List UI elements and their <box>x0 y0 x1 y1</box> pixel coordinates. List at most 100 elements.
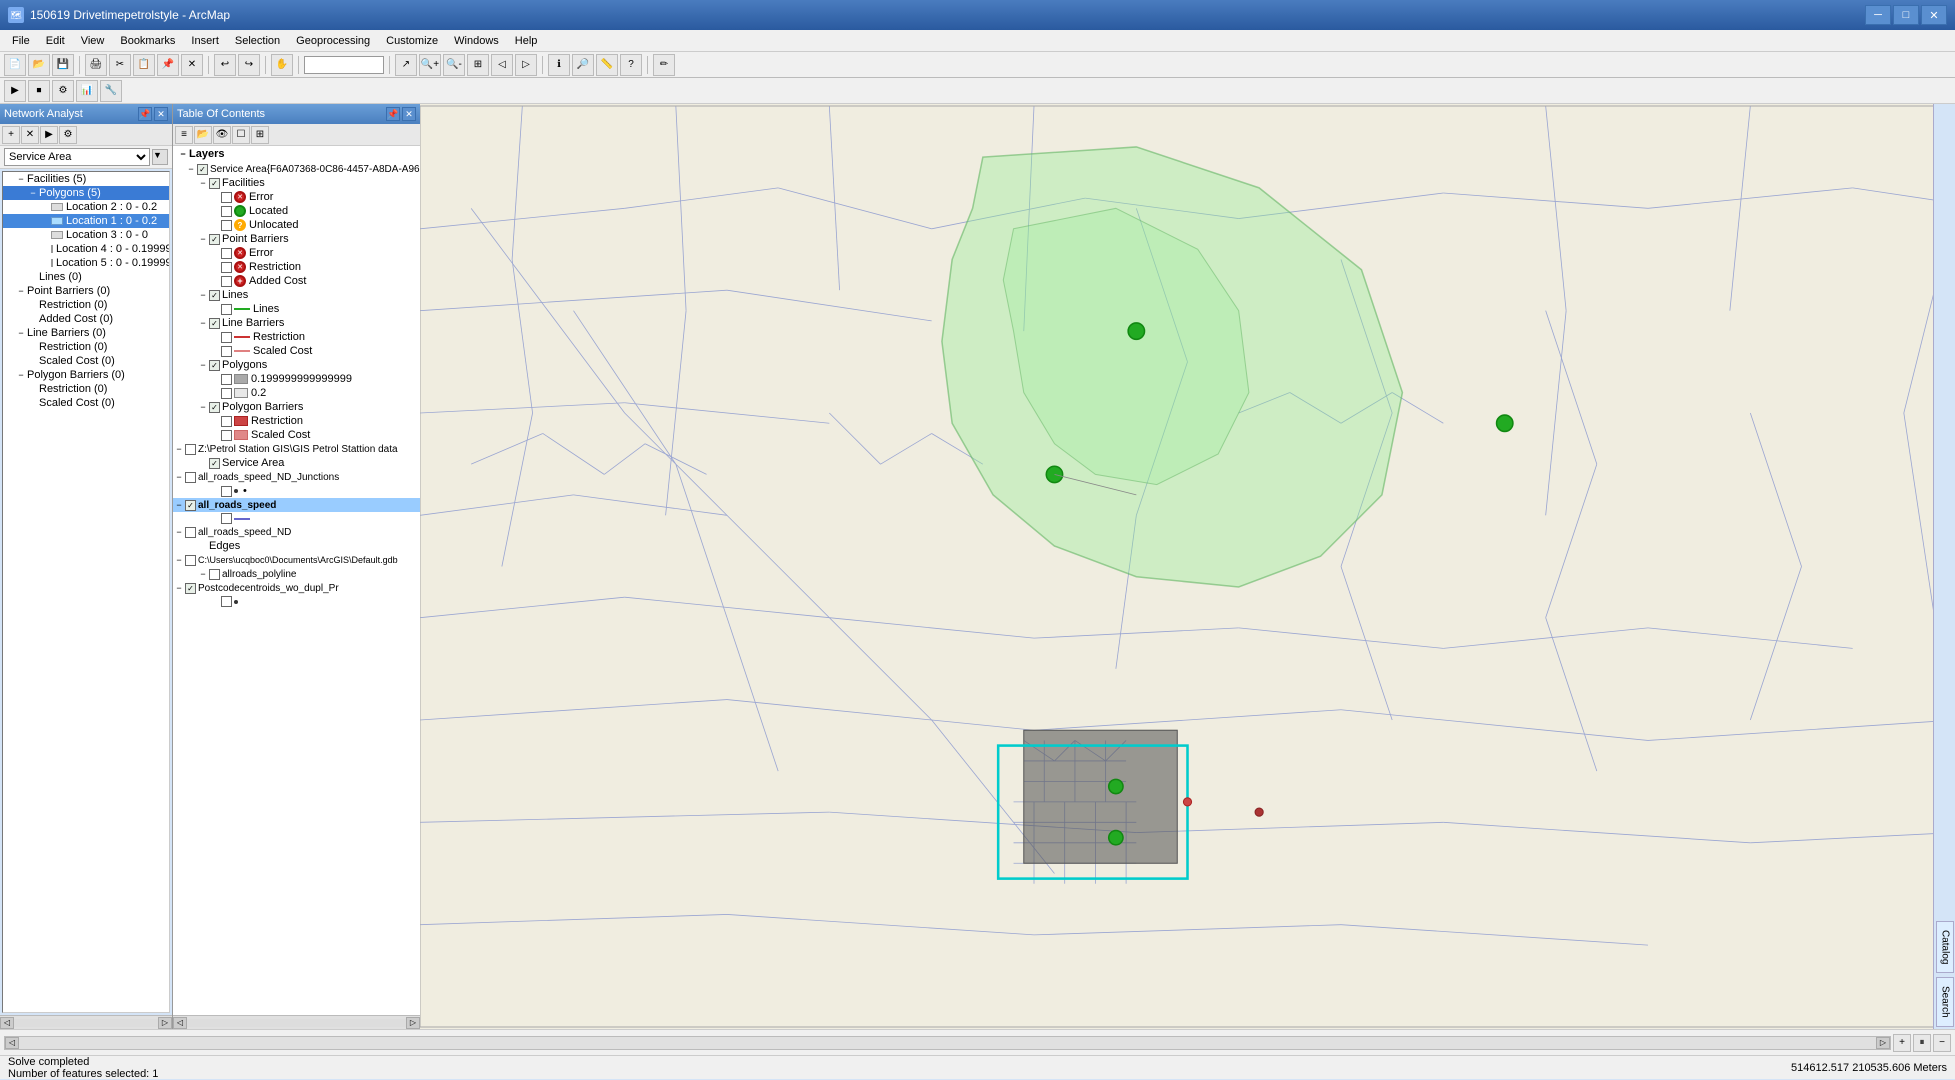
na-panel-pin[interactable]: 📌 <box>138 107 152 121</box>
na-select-btn[interactable]: ▶ <box>40 126 58 144</box>
toc-list-btn[interactable]: ≡ <box>175 126 193 144</box>
lines-sub-cb[interactable] <box>221 304 232 315</box>
na-tree-loc1[interactable]: Location 1 : 0 - 0.2 <box>3 214 169 228</box>
arnd-cb[interactable] <box>185 527 196 538</box>
toc-polygon-barriers[interactable]: − Polygon Barriers <box>173 400 420 414</box>
fac-located-cb[interactable] <box>221 206 232 217</box>
map-scrollbar-h[interactable]: ◁ ▷ <box>4 1036 1891 1050</box>
toc-poly-02[interactable]: 0.2 <box>173 386 420 400</box>
toc-lb-restriction[interactable]: Restriction <box>173 330 420 344</box>
toc-polb-restriction[interactable]: Restriction <box>173 414 420 428</box>
menu-bookmarks[interactable]: Bookmarks <box>112 33 183 49</box>
tool-zoom-out[interactable]: 🔍- <box>443 54 465 76</box>
save-button[interactable]: 💾 <box>52 54 74 76</box>
na-tree-loc4[interactable]: Location 4 : 0 - 0.1999999999999 <box>3 242 169 256</box>
expand-polb-sc[interactable] <box>27 397 39 409</box>
sa-sub-cb[interactable] <box>209 458 220 469</box>
menu-selection[interactable]: Selection <box>227 33 288 49</box>
minimize-button[interactable]: ─ <box>1865 5 1891 25</box>
title-bar-controls[interactable]: ─ □ ✕ <box>1865 5 1947 25</box>
catalog-tab[interactable]: Catalog <box>1936 921 1954 973</box>
sa-checkbox[interactable] <box>197 164 208 175</box>
na-tree-loc5[interactable]: Location 5 : 0 - 0.1999999999 <box>3 256 169 270</box>
expand-sa[interactable]: − <box>185 163 197 175</box>
na-tree-linebarriers[interactable]: − Line Barriers (0) <box>3 326 169 340</box>
na-dropdown-btn[interactable]: ▼ <box>152 149 168 165</box>
pb-checkbox[interactable] <box>209 234 220 245</box>
na-panel-controls[interactable]: 📌 ✕ <box>138 107 168 121</box>
expand-toc-lb[interactable]: − <box>197 317 209 329</box>
ars-cb[interactable] <box>185 500 196 511</box>
toc-service-area-group[interactable]: − Service Area{F6A07368-0C86-4457-A8DA-A… <box>173 162 420 176</box>
new-button[interactable]: 📄 <box>4 54 26 76</box>
menu-customize[interactable]: Customize <box>378 33 446 49</box>
expand-loc5[interactable] <box>39 257 51 269</box>
toc-fac-located[interactable]: Located <box>173 204 420 218</box>
fac-error-cb[interactable] <box>221 192 232 203</box>
menu-help[interactable]: Help <box>507 33 546 49</box>
expand-toc-ap[interactable]: − <box>197 568 209 580</box>
menu-insert[interactable]: Insert <box>183 33 227 49</box>
tool-help[interactable]: ? <box>620 54 642 76</box>
toc-junc-dot[interactable]: • <box>173 484 420 498</box>
toc-facilities[interactable]: − Facilities <box>173 176 420 190</box>
pan-button[interactable]: ✋ <box>271 54 293 76</box>
tool-full-extent[interactable]: ⊞ <box>467 54 489 76</box>
na-scrollbar[interactable]: ◁ ▷ <box>0 1015 172 1029</box>
redo-button[interactable]: ↪ <box>238 54 260 76</box>
expand-toc-polb[interactable]: − <box>197 401 209 413</box>
poly-02-cb[interactable] <box>221 388 232 399</box>
map-zoom-in-btn[interactable]: + <box>1893 1034 1911 1052</box>
map-scroll-left[interactable]: ◁ <box>5 1037 19 1049</box>
toc-panel-controls[interactable]: 📌 ✕ <box>386 107 416 121</box>
na-tool1[interactable]: ▶ <box>4 80 26 102</box>
expand-toc-pb[interactable]: − <box>197 233 209 245</box>
na-scroll-right[interactable]: ▷ <box>158 1017 172 1029</box>
undo-button[interactable]: ↩ <box>214 54 236 76</box>
expand-toc-poly[interactable]: − <box>197 359 209 371</box>
lb-restriction-cb[interactable] <box>221 332 232 343</box>
toc-lines[interactable]: − Lines <box>173 288 420 302</box>
toc-all-roads-speed[interactable]: − all_roads_speed <box>173 498 420 512</box>
na-tool2[interactable]: ⏹ <box>28 80 50 102</box>
toc-polb-scaledcost[interactable]: Scaled Cost <box>173 428 420 442</box>
toc-postcode-dot[interactable] <box>173 595 420 608</box>
toc-scroll-right[interactable]: ▷ <box>406 1017 420 1029</box>
na-tree-pointbarriers[interactable]: − Point Barriers (0) <box>3 284 169 298</box>
maximize-button[interactable]: □ <box>1893 5 1919 25</box>
open-button[interactable]: 📂 <box>28 54 50 76</box>
expand-polygons[interactable]: − <box>27 187 39 199</box>
na-tree-polb-scaledcost[interactable]: Scaled Cost (0) <box>3 396 169 410</box>
lb-checkbox[interactable] <box>209 318 220 329</box>
scrollbar-track-right[interactable] <box>1934 104 1955 919</box>
lines-checkbox[interactable] <box>209 290 220 301</box>
tool-identify[interactable]: ℹ <box>548 54 570 76</box>
na-type-select[interactable]: Service Area <box>4 148 150 166</box>
lb-scaledcost-cb[interactable] <box>221 346 232 357</box>
expand-toc-junc[interactable]: − <box>173 471 185 483</box>
junc-cb[interactable] <box>185 472 196 483</box>
petrol-group-cb[interactable] <box>185 444 196 455</box>
toc-lb-scaledcost[interactable]: Scaled Cost <box>173 344 420 358</box>
tool-arrow[interactable]: ↗ <box>395 54 417 76</box>
toc-scrollbar[interactable]: ◁ ▷ <box>173 1015 420 1029</box>
na-tree[interactable]: − Facilities (5) − Polygons (5) Location… <box>2 171 170 1013</box>
expand-polb[interactable]: − <box>15 369 27 381</box>
na-tree-facilities[interactable]: − Facilities (5) <box>3 172 169 186</box>
paste-button[interactable]: 📌 <box>157 54 179 76</box>
na-tool5[interactable]: 🔧 <box>100 80 122 102</box>
na-tree-polb-restriction[interactable]: Restriction (0) <box>3 382 169 396</box>
cut-button[interactable]: ✂ <box>109 54 131 76</box>
map-pause-btn[interactable]: ⏸ <box>1913 1034 1931 1052</box>
pb-restriction-cb[interactable] <box>221 262 232 273</box>
expand-loc4[interactable] <box>39 243 51 255</box>
tool-prev-extent[interactable]: ◁ <box>491 54 513 76</box>
toc-poly-0199[interactable]: 0.199999999999999 <box>173 372 420 386</box>
toc-scroll-left[interactable]: ◁ <box>173 1017 187 1029</box>
search-tab[interactable]: Search <box>1936 977 1954 1027</box>
tool-measure[interactable]: 📏 <box>596 54 618 76</box>
expand-layers[interactable]: − <box>177 148 189 160</box>
expand-toc-arnd[interactable]: − <box>173 526 185 538</box>
toc-tree[interactable]: − Layers − Service Area{F6A07368-0C86-44… <box>173 146 420 1015</box>
toc-layers-root[interactable]: − Layers <box>173 146 420 162</box>
